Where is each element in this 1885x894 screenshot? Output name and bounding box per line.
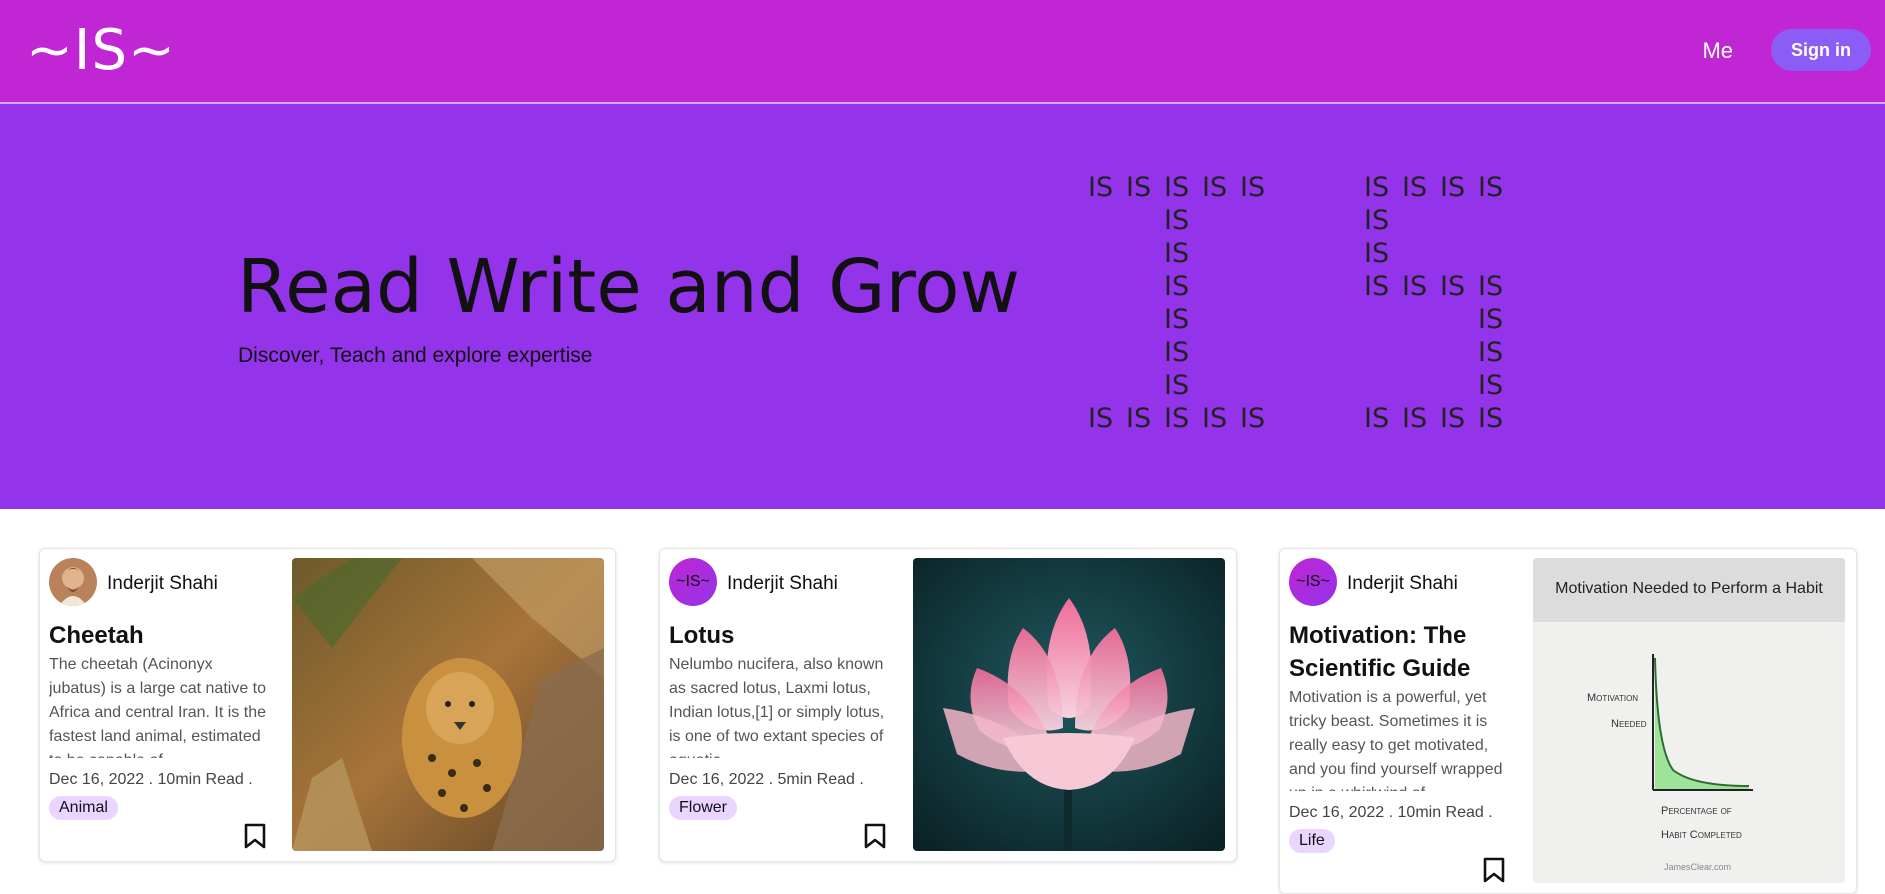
bookmark-icon[interactable] bbox=[1483, 857, 1505, 883]
nav-me-link[interactable]: Me bbox=[1702, 38, 1733, 64]
category-tag[interactable]: Flower bbox=[669, 796, 738, 820]
author-name[interactable]: Inderjit Shahi bbox=[1347, 573, 1458, 595]
is-art-glyph: IS bbox=[1478, 403, 1504, 434]
is-art-glyph: IS bbox=[1164, 238, 1190, 269]
is-art-glyph: IS bbox=[1364, 172, 1390, 203]
is-art-glyph: IS bbox=[1478, 172, 1504, 203]
is-art-glyph: IS bbox=[1164, 205, 1190, 236]
hero-title: Read Write and Grow bbox=[237, 244, 1021, 330]
article-title[interactable]: Lotus bbox=[669, 619, 889, 652]
is-art-glyph: IS bbox=[1440, 271, 1466, 302]
article-excerpt: Nelumbo nucifera, also known as sacred l… bbox=[669, 656, 885, 758]
is-art-glyph: IS bbox=[1164, 304, 1190, 335]
article-meta: Dec 16, 2022 . 10min Read . bbox=[49, 771, 253, 788]
article-image-lotus[interactable] bbox=[913, 558, 1225, 851]
bookmark-icon[interactable] bbox=[864, 823, 886, 849]
author-avatar[interactable] bbox=[49, 558, 97, 606]
is-art-glyph: IS bbox=[1440, 172, 1466, 203]
is-art-glyph: IS bbox=[1402, 271, 1428, 302]
hero-banner: Read Write and Grow Discover, Teach and … bbox=[0, 104, 1885, 509]
is-art-glyph: IS bbox=[1126, 172, 1152, 203]
article-image-motivation-chart[interactable]: Motivation Needed to Perform a Habit Mot… bbox=[1533, 558, 1845, 883]
is-art-glyph: IS bbox=[1364, 403, 1390, 434]
hero-subtitle: Discover, Teach and explore expertise bbox=[238, 344, 593, 367]
article-title[interactable]: Cheetah bbox=[49, 619, 269, 652]
bookmark-icon[interactable] bbox=[244, 823, 266, 849]
is-art-glyph: IS bbox=[1240, 403, 1266, 434]
is-art-glyph: IS bbox=[1240, 172, 1266, 203]
is-art-glyph: IS bbox=[1164, 172, 1190, 203]
top-navbar: ~IS~ Me Sign in bbox=[0, 0, 1885, 104]
article-card[interactable]: ~IS~ Inderjit Shahi Lotus Nelumbo nucife… bbox=[659, 548, 1237, 862]
author-name[interactable]: Inderjit Shahi bbox=[727, 573, 838, 595]
is-art-glyph: IS bbox=[1402, 172, 1428, 203]
article-card[interactable]: ~IS~ Inderjit Shahi Motivation: The Scie… bbox=[1279, 548, 1857, 894]
is-art-glyph: IS bbox=[1202, 403, 1228, 434]
is-art-glyph: IS bbox=[1164, 370, 1190, 401]
is-art-glyph: IS bbox=[1364, 271, 1390, 302]
is-art-glyph: IS bbox=[1478, 370, 1504, 401]
is-art-glyph: IS bbox=[1364, 238, 1390, 269]
is-art-glyph: IS bbox=[1126, 403, 1152, 434]
article-meta: Dec 16, 2022 . 10min Read . bbox=[1289, 804, 1493, 821]
sign-in-button[interactable]: Sign in bbox=[1771, 29, 1871, 71]
is-art-glyph: IS bbox=[1164, 337, 1190, 368]
is-art-glyph: IS bbox=[1164, 403, 1190, 434]
author-name[interactable]: Inderjit Shahi bbox=[107, 573, 218, 595]
is-art-glyph: IS bbox=[1164, 271, 1190, 302]
category-tag[interactable]: Life bbox=[1289, 829, 1335, 853]
is-art-glyph: IS bbox=[1478, 337, 1504, 368]
article-excerpt: Motivation is a powerful, yet tricky bea… bbox=[1289, 689, 1503, 791]
site-logo[interactable]: ~IS~ bbox=[26, 18, 176, 83]
author-avatar[interactable]: ~IS~ bbox=[1289, 558, 1337, 606]
is-art-glyph: IS bbox=[1440, 403, 1466, 434]
is-art-glyph: IS bbox=[1088, 403, 1114, 434]
is-art-glyph: IS bbox=[1478, 271, 1504, 302]
is-art-glyph: IS bbox=[1088, 172, 1114, 203]
is-art-glyph: IS bbox=[1364, 205, 1390, 236]
author-avatar[interactable]: ~IS~ bbox=[669, 558, 717, 606]
category-tag[interactable]: Animal bbox=[49, 796, 118, 820]
article-image-cheetah[interactable] bbox=[292, 558, 604, 851]
article-excerpt: The cheetah (Acinonyx jubatus) is a larg… bbox=[49, 656, 267, 758]
article-card[interactable]: Inderjit Shahi Cheetah The cheetah (Acin… bbox=[39, 548, 616, 862]
article-meta: Dec 16, 2022 . 5min Read . bbox=[669, 771, 864, 788]
is-art-glyph: IS bbox=[1402, 403, 1428, 434]
is-art-glyph: IS bbox=[1202, 172, 1228, 203]
article-title[interactable]: Motivation: The Scientific Guide bbox=[1289, 619, 1509, 685]
habit-curve-graphic bbox=[1652, 654, 1753, 791]
is-art-glyph: IS bbox=[1478, 304, 1504, 335]
